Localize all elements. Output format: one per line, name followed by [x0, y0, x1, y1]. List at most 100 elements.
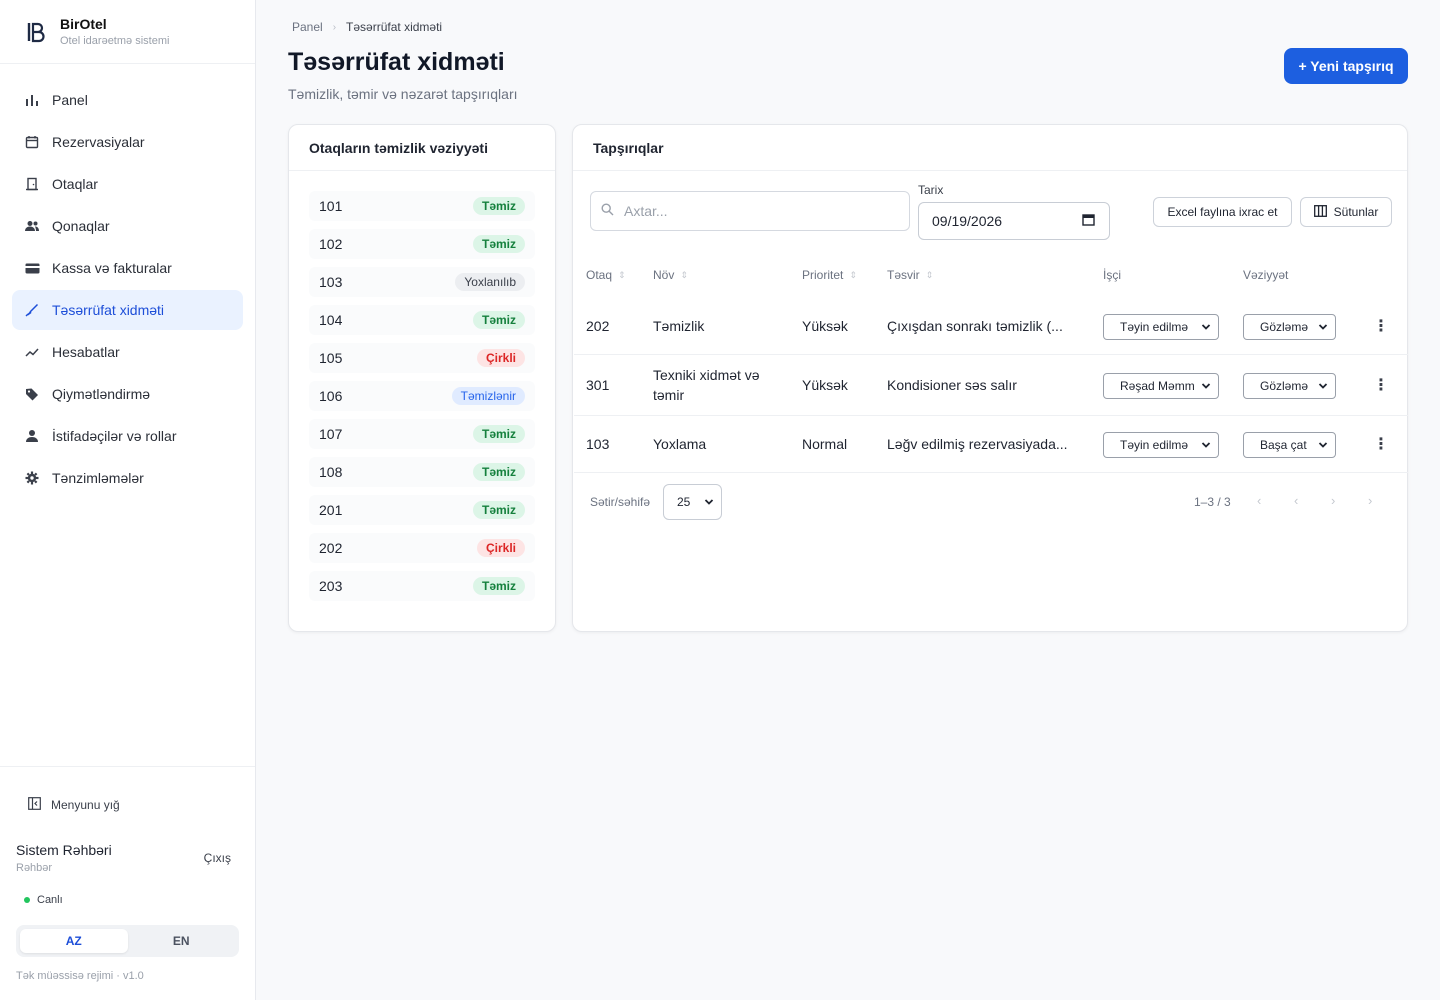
nav-item-users[interactable]: İstifadəçilər və rollar	[12, 416, 243, 456]
status-badge: Yoxlanılıb	[455, 273, 525, 291]
cell-type: Texniki xidmət və	[653, 367, 760, 383]
status-select[interactable]: Gözləmə	[1243, 373, 1336, 399]
status-value: Başa çat	[1260, 438, 1307, 452]
chevron-down-icon	[1200, 380, 1212, 392]
row-divider	[574, 415, 1408, 416]
worker-value: Rəşad Məmm	[1120, 379, 1195, 393]
header-label: Növ	[653, 268, 675, 282]
trend-icon	[24, 344, 40, 360]
nav-item-reservations[interactable]: Rezervasiyalar	[12, 122, 243, 162]
date-label: Tarix	[918, 183, 944, 197]
wallet-icon	[24, 260, 40, 276]
lang-az-button[interactable]: AZ	[20, 929, 128, 953]
chevron-down-icon	[1317, 380, 1329, 392]
search-input[interactable]: Axtar...	[590, 191, 910, 231]
cell-priority: Yüksək	[802, 377, 848, 393]
worker-select[interactable]: Təyin edilmə	[1103, 314, 1219, 340]
main-nav: Panel Rezervasiyalar Otaqlar Qonaqlar Ka…	[0, 64, 255, 516]
room-number: 203	[319, 578, 343, 594]
cell-room: 301	[586, 377, 610, 393]
brand[interactable]: BirOtel Otel idarəetmə sistemi	[0, 0, 255, 64]
row-divider	[574, 354, 1408, 355]
row-menu-icon[interactable]: ⋮	[1373, 434, 1389, 454]
first-page-icon[interactable]: ‹	[1257, 493, 1261, 508]
nav-item-reports[interactable]: Hesabatlar	[12, 332, 243, 372]
chevron-down-icon	[1317, 439, 1329, 451]
last-page-icon[interactable]: ›	[1368, 493, 1372, 508]
nav-item-settings[interactable]: Tənzimləmələr	[12, 458, 243, 498]
room-row[interactable]: 104 Təmiz	[309, 305, 535, 335]
sort-icon: ⇕	[618, 269, 626, 280]
nav-item-panel[interactable]: Panel	[12, 80, 243, 120]
status-select[interactable]: Gözləmə	[1243, 314, 1336, 340]
row-menu-icon[interactable]: ⋮	[1373, 316, 1389, 336]
chevron-down-icon	[703, 496, 715, 511]
nav-item-billing[interactable]: Kassa və fakturalar	[12, 248, 243, 288]
brand-subtitle: Otel idarəetmə sistemi	[60, 35, 170, 47]
logout-button[interactable]: Çıxış	[204, 851, 231, 865]
room-row[interactable]: 201 Təmiz	[309, 495, 535, 525]
cell-priority: Normal	[802, 436, 848, 452]
room-row[interactable]: 102 Təmiz	[309, 229, 535, 259]
nav-item-housekeeping[interactable]: Təsərrüfat xidməti	[12, 290, 243, 330]
cell-type: Yoxlama	[653, 436, 707, 452]
column-header-status: Vəziyyət	[1243, 268, 1288, 282]
column-header-room[interactable]: Otaq ⇕	[586, 268, 626, 282]
page-subtitle: Təmizlik, təmir və nəzarət tapşırıqları	[288, 86, 518, 102]
version-label: Tək müəssisə rejimi · v1.0	[16, 970, 144, 982]
room-row[interactable]: 103 Yoxlanılıb	[309, 267, 535, 297]
column-header-priority[interactable]: Prioritet ⇕	[802, 268, 857, 282]
date-value: 09/19/2026	[932, 213, 1003, 229]
lang-en-button[interactable]: EN	[128, 929, 236, 953]
next-page-icon[interactable]: ›	[1331, 493, 1335, 508]
rows-per-page-value: 25	[677, 495, 691, 509]
room-row[interactable]: 105 Çirkli	[309, 343, 535, 373]
chevron-down-icon	[1317, 321, 1329, 333]
date-field[interactable]: 09/19/2026	[918, 202, 1110, 240]
room-row[interactable]: 202 Çirkli	[309, 533, 535, 563]
status-badge: Təmiz	[472, 235, 525, 253]
collapse-menu-button[interactable]: Menyunu yığ	[28, 797, 120, 813]
nav-label: Hesabatlar	[52, 344, 120, 360]
nav-item-rooms[interactable]: Otaqlar	[12, 164, 243, 204]
sidebar: BirOtel Otel idarəetmə sistemi Panel Rez…	[0, 0, 256, 1000]
breadcrumb-root[interactable]: Panel	[292, 20, 323, 34]
room-number: 107	[319, 426, 343, 442]
rows-per-page-select[interactable]: 25	[663, 484, 722, 520]
cell-description: Kondisioner səs salır	[887, 377, 1017, 393]
breadcrumb: Panel › Təsərrüfat xidməti	[292, 20, 442, 34]
column-header-description[interactable]: Təsvir ⇕	[887, 268, 933, 282]
language-switcher: AZ EN	[16, 925, 239, 957]
previous-page-icon[interactable]: ‹	[1294, 493, 1298, 508]
room-row[interactable]: 107 Təmiz	[309, 419, 535, 449]
new-task-button[interactable]: + Yeni tapşırıq	[1284, 48, 1408, 84]
header-label: Prioritet	[802, 268, 844, 282]
column-header-type[interactable]: Növ ⇕	[653, 268, 688, 282]
chevron-down-icon	[1200, 321, 1212, 333]
room-row[interactable]: 106 Təmizlənir	[309, 381, 535, 411]
header-label: Vəziyyət	[1243, 268, 1289, 282]
worker-select[interactable]: Rəşad Məmm	[1103, 373, 1219, 399]
worker-value: Təyin edilmə	[1120, 320, 1189, 334]
row-divider	[574, 472, 1408, 473]
room-row[interactable]: 108 Təmiz	[309, 457, 535, 487]
column-header-worker: İşçi	[1103, 268, 1121, 282]
row-menu-icon[interactable]: ⋮	[1373, 375, 1389, 395]
nav-item-pricing[interactable]: Qiymətləndirmə	[12, 374, 243, 414]
columns-label: Sütunlar	[1333, 205, 1379, 219]
sort-icon: ⇕	[680, 269, 688, 280]
status-badge: Təmiz	[472, 425, 525, 443]
room-number: 102	[319, 236, 343, 252]
worker-value: Təyin edilmə	[1120, 438, 1189, 452]
export-excel-button[interactable]: Excel faylına ixrac et	[1153, 197, 1292, 227]
calendar-picker-icon[interactable]	[1082, 213, 1095, 229]
room-row[interactable]: 203 Təmiz	[309, 571, 535, 601]
status-select[interactable]: Başa çat	[1243, 432, 1336, 458]
worker-select[interactable]: Təyin edilmə	[1103, 432, 1219, 458]
cell-description: Çıxışdan sonrakı təmizlik (...	[887, 318, 1063, 334]
room-row[interactable]: 101 Təmiz	[309, 191, 535, 221]
breadcrumb-current: Təsərrüfat xidməti	[346, 20, 443, 34]
columns-button[interactable]: Sütunlar	[1300, 197, 1392, 227]
nav-label: Qiymətləndirmə	[52, 386, 151, 402]
nav-item-guests[interactable]: Qonaqlar	[12, 206, 243, 246]
